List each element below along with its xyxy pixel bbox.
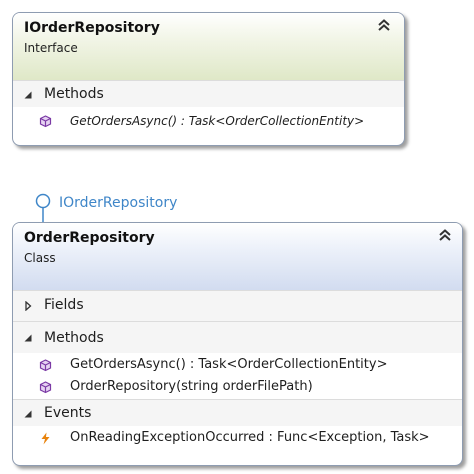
class-member-onreadingexceptionoccurred[interactable]: OnReadingExceptionOccurred : Func<Except… bbox=[13, 427, 462, 449]
collapsed-triangle-icon bbox=[25, 301, 32, 311]
interface-header: IOrderRepository Interface bbox=[13, 13, 404, 80]
interface-title: IOrderRepository bbox=[24, 20, 160, 36]
class-shape-orderrepository[interactable]: OrderRepository Class Fields Methods Get… bbox=[12, 222, 463, 466]
double-chevron-up-icon[interactable] bbox=[377, 18, 391, 32]
class-methods-section-header[interactable]: Methods bbox=[13, 321, 462, 353]
section-label: Methods bbox=[44, 330, 104, 346]
interface-kind: Interface bbox=[24, 41, 78, 55]
event-lightning-icon bbox=[41, 432, 50, 445]
member-text: GetOrdersAsync() : Task<OrderCollectionE… bbox=[70, 114, 365, 128]
implements-lollipop-icon bbox=[35, 193, 51, 223]
class-title: OrderRepository bbox=[24, 230, 155, 246]
class-header: OrderRepository Class bbox=[13, 223, 462, 290]
class-member-getordersasync[interactable]: GetOrdersAsync() : Task<OrderCollectionE… bbox=[13, 354, 462, 376]
section-label: Events bbox=[44, 405, 92, 421]
expanded-triangle-icon bbox=[24, 410, 32, 418]
member-text: GetOrdersAsync() : Task<OrderCollectionE… bbox=[70, 357, 388, 372]
interface-shape-iorderrepository[interactable]: IOrderRepository Interface Methods GetOr… bbox=[12, 12, 405, 146]
class-member-constructor[interactable]: OrderRepository(string orderFilePath) bbox=[13, 376, 462, 398]
class-fields-section-header[interactable]: Fields bbox=[13, 290, 462, 321]
class-diagram-canvas: IOrderRepository Interface Methods GetOr… bbox=[0, 0, 474, 474]
class-kind: Class bbox=[24, 251, 56, 265]
section-label: Fields bbox=[44, 297, 84, 313]
interface-methods-section-header[interactable]: Methods bbox=[13, 80, 404, 107]
method-cube-icon bbox=[39, 359, 52, 372]
member-text: OrderRepository(string orderFilePath) bbox=[70, 379, 313, 394]
method-cube-icon bbox=[39, 115, 52, 128]
method-cube-icon bbox=[39, 381, 52, 394]
class-events-section-header[interactable]: Events bbox=[13, 399, 462, 426]
double-chevron-up-icon[interactable] bbox=[438, 228, 452, 242]
implemented-interface-label[interactable]: IOrderRepository bbox=[59, 195, 177, 212]
section-label: Methods bbox=[44, 86, 104, 102]
expanded-triangle-icon bbox=[24, 91, 32, 99]
member-text: OnReadingExceptionOccurred : Func<Except… bbox=[70, 430, 430, 445]
expanded-triangle-icon bbox=[24, 334, 32, 342]
interface-member-getordersasync[interactable]: GetOrdersAsync() : Task<OrderCollectionE… bbox=[13, 110, 404, 132]
